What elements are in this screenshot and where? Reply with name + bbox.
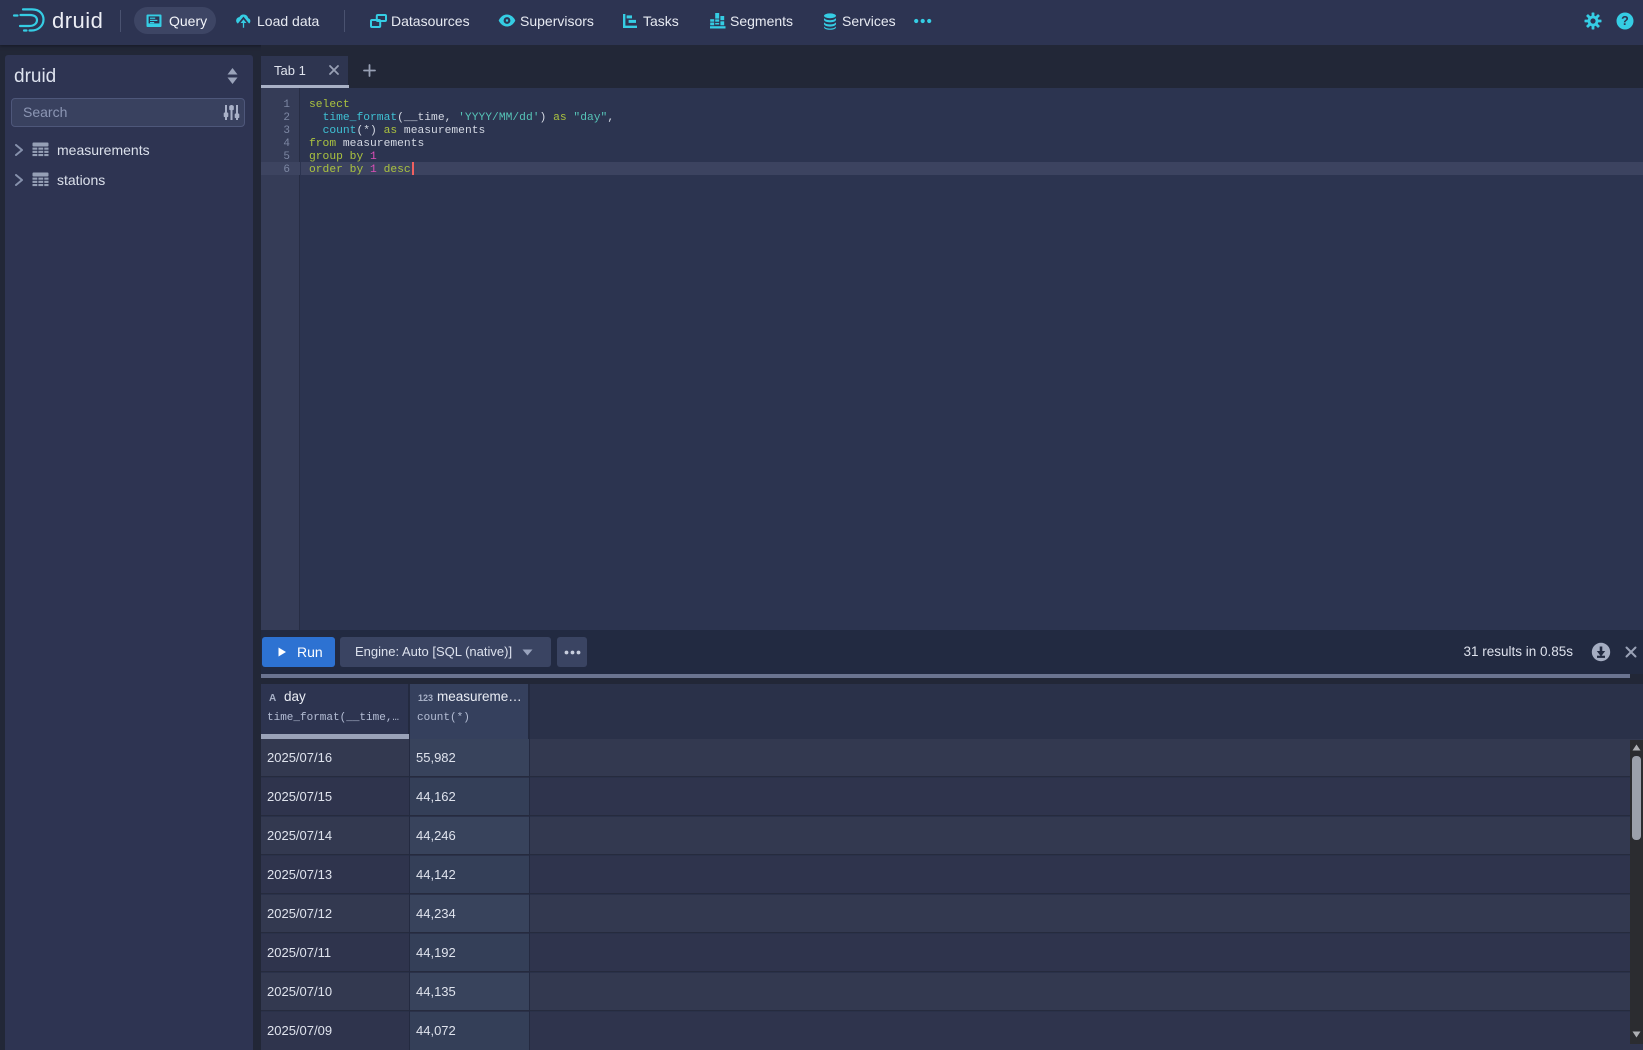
svg-text:?: ? bbox=[1621, 14, 1629, 28]
